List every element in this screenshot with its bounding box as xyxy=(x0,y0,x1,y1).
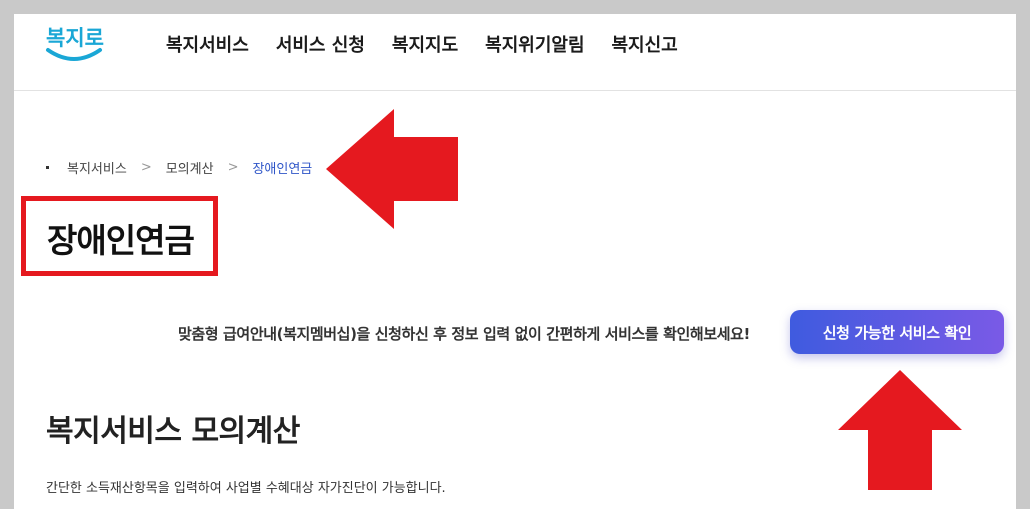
breadcrumb-item-welfare-services[interactable]: 복지서비스 xyxy=(67,158,127,177)
section-description: 간단한 소득재산항목을 입력하여 사업별 수혜대상 자가진단이 가능합니다. xyxy=(46,481,446,496)
breadcrumb: 복지서비스 > 모의계산 > 장애인연금 xyxy=(46,158,312,177)
nav-item-welfare-map[interactable]: 복지지도 xyxy=(392,31,458,57)
nav-item-service-application[interactable]: 서비스 신청 xyxy=(276,31,365,57)
breadcrumb-item-current: 장애인연금 xyxy=(252,162,313,177)
breadcrumb-bullet-icon xyxy=(46,166,49,169)
promo-text: 맞춤형 급여안내(복지멤버십)을 신청하신 후 정보 입력 없이 간편하게 서비… xyxy=(178,325,750,343)
browser-page: 복지로 복지서비스 서비스 신청 복지지도 복지위기알림 복지신고 복지서비스 … xyxy=(14,14,1016,509)
check-available-services-button[interactable]: 신청 가능한 서비스 확인 xyxy=(790,310,1004,354)
site-header: 복지로 복지서비스 서비스 신청 복지지도 복지위기알림 복지신고 xyxy=(14,14,1016,91)
page-title: 장애인연금 xyxy=(47,221,195,260)
section-title: 복지서비스 모의계산 xyxy=(46,414,300,449)
main-nav: 복지서비스 서비스 신청 복지지도 복지위기알림 복지신고 xyxy=(166,31,678,57)
site-logo[interactable]: 복지로 xyxy=(44,20,106,70)
logo-smile-icon xyxy=(46,48,102,61)
nav-item-crisis-alert[interactable]: 복지위기알림 xyxy=(485,31,584,57)
nav-item-welfare-report[interactable]: 복지신고 xyxy=(612,31,678,57)
annotation-arrow-left-icon xyxy=(326,109,458,229)
nav-item-welfare-services[interactable]: 복지서비스 xyxy=(166,31,249,57)
chevron-right-icon: > xyxy=(140,160,152,175)
breadcrumb-item-simulation[interactable]: 모의계산 xyxy=(166,158,214,177)
chevron-right-icon: > xyxy=(227,160,239,175)
annotation-arrow-up-icon xyxy=(838,370,962,490)
